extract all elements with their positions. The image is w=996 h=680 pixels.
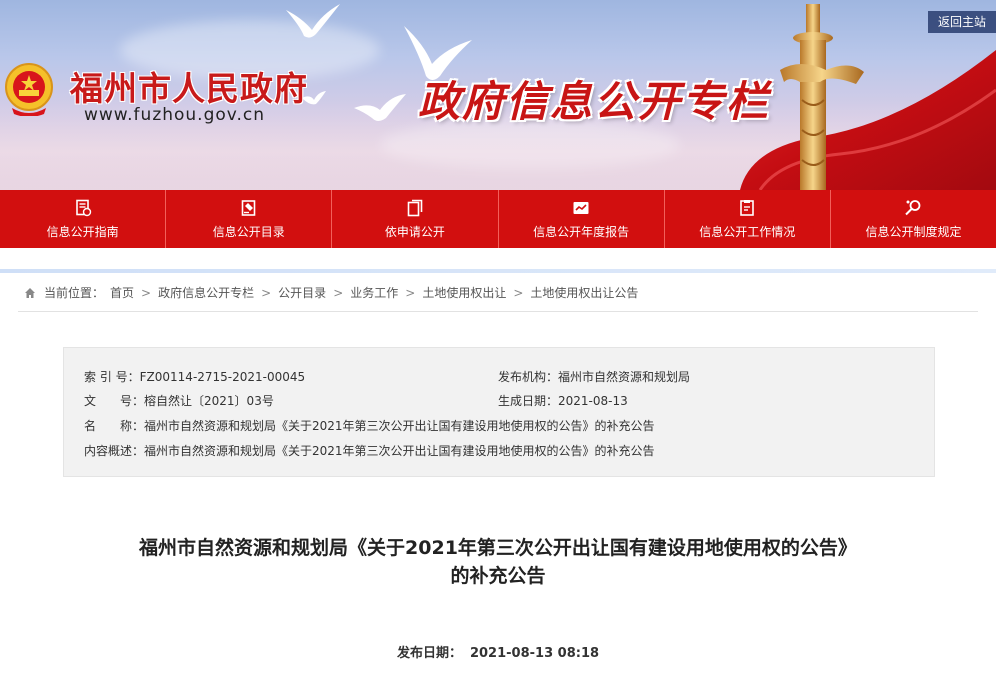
meta-index-value: FZ00114-2715-2021-00045 [139, 370, 306, 384]
nav-label: 信息公开制度规定 [865, 224, 962, 239]
guide-icon [75, 199, 91, 216]
application-icon [407, 199, 423, 216]
catalog-icon [241, 199, 256, 216]
nav-item-regulation[interactable]: 信息公开制度规定 [831, 190, 996, 248]
meta-row-name: 名 称：福州市自然资源和规划局《关于2021年第三次公开出让国有建设用地使用权的… [84, 417, 655, 434]
meta-date-label: 生成日期： [498, 394, 559, 408]
nav-label: 信息公开指南 [46, 224, 119, 239]
nav-item-guide[interactable]: 信息公开指南 [0, 190, 167, 248]
nav-label: 信息公开工作情况 [699, 224, 796, 239]
header-banner: 福州市人民政府 www.fuzhou.gov.cn 政府信息公开专栏 返回主站 [0, 0, 996, 190]
chevron-right-icon: > [333, 285, 344, 300]
nav-spacer [0, 248, 996, 269]
publish-date-value: 2021-08-13 08:18 [469, 646, 600, 661]
national-emblem-icon [5, 63, 53, 116]
breadcrumb-item-column[interactable]: 政府信息公开专栏 [158, 284, 254, 301]
report-icon [573, 201, 589, 214]
breadcrumb-item-catalog[interactable]: 公开目录 [278, 284, 326, 301]
nav-item-catalog[interactable]: 信息公开目录 [166, 190, 333, 248]
meta-doc-value: 榕自然让〔2021〕03号 [144, 394, 274, 408]
meta-row-publisher: 发布机构：福州市自然资源和规划局 [498, 368, 690, 385]
breadcrumb-item-business[interactable]: 业务工作 [350, 284, 398, 301]
publish-date-label: 发布日期： [396, 646, 462, 661]
chevron-right-icon: > [261, 285, 272, 300]
dove-icon [354, 94, 406, 121]
meta-row-date: 生成日期：2021-08-13 [498, 392, 628, 409]
article-title-line1: 福州市自然资源和规划局《关于2021年第三次公开出让国有建设用地使用权的公告》 [139, 537, 857, 559]
nav-label: 信息公开目录 [212, 224, 285, 239]
meta-name-value: 福州市自然资源和规划局《关于2021年第三次公开出让国有建设用地使用权的公告》的… [144, 419, 655, 433]
meta-summary-label: 内容概述： [84, 444, 145, 458]
dove-icon [286, 4, 340, 38]
nav-strip [0, 269, 996, 273]
meta-row-index: 索 引 号：FZ00114-2715-2021-00045 [84, 368, 305, 385]
publish-date-line: 发布日期： 2021-08-13 08:18 [0, 642, 996, 661]
main-nav: 信息公开指南 信息公开目录 依申请公开 信息公开年度报告 信息公开工作情况 信息… [0, 190, 996, 248]
meta-name-label: 名 称： [84, 419, 145, 433]
meta-summary-value: 福州市自然资源和规划局《关于2021年第三次公开出让国有建设用地使用权的公告》的… [144, 444, 655, 458]
nav-label: 依申请公开 [384, 224, 445, 239]
huabiao-pillar-decoration [780, 4, 864, 190]
work-status-icon [740, 199, 755, 216]
meta-date-value: 2021-08-13 [558, 394, 628, 408]
meta-publisher-value: 福州市自然资源和规划局 [558, 370, 691, 384]
chevron-right-icon: > [141, 285, 152, 300]
nav-item-annual-report[interactable]: 信息公开年度报告 [499, 190, 665, 248]
back-home-button[interactable]: 返回主站 [928, 11, 996, 33]
document-meta-table: 索 引 号：FZ00114-2715-2021-00045 发布机构：福州市自然… [63, 347, 935, 477]
meta-index-label: 索 引 号： [84, 370, 140, 384]
article-title: 福州市自然资源和规划局《关于2021年第三次公开出让国有建设用地使用权的公告》 … [60, 534, 936, 590]
meta-row-summary: 内容概述：福州市自然资源和规划局《关于2021年第三次公开出让国有建设用地使用权… [84, 442, 655, 459]
site-name: 福州市人民政府 [70, 69, 308, 108]
chevron-right-icon: > [405, 285, 416, 300]
nav-label: 信息公开年度报告 [533, 224, 630, 239]
breadcrumb-item-land-notice[interactable]: 土地使用权出让公告 [530, 284, 638, 301]
site-url: www.fuzhou.gov.cn [84, 105, 266, 125]
home-icon [25, 287, 35, 298]
breadcrumb-prefix: 当前位置： [44, 286, 105, 300]
nav-item-work-status[interactable]: 信息公开工作情况 [665, 190, 831, 248]
meta-row-doc-number: 文 号：榕自然让〔2021〕03号 [84, 392, 274, 409]
meta-publisher-label: 发布机构： [498, 370, 559, 384]
meta-doc-label: 文 号： [84, 394, 145, 408]
nav-item-application[interactable]: 依申请公开 [332, 190, 499, 248]
breadcrumb: 当前位置： 首页 > 政府信息公开专栏 > 公开目录 > 业务工作 > 土地使用… [18, 274, 978, 312]
regulation-icon [905, 199, 921, 215]
article-title-line2: 的补充公告 [450, 565, 546, 587]
breadcrumb-item-home[interactable]: 首页 [110, 284, 134, 301]
banner-title: 政府信息公开专栏 [418, 77, 771, 126]
breadcrumb-item-land-transfer[interactable]: 土地使用权出让 [422, 284, 506, 301]
chevron-right-icon: > [513, 285, 524, 300]
